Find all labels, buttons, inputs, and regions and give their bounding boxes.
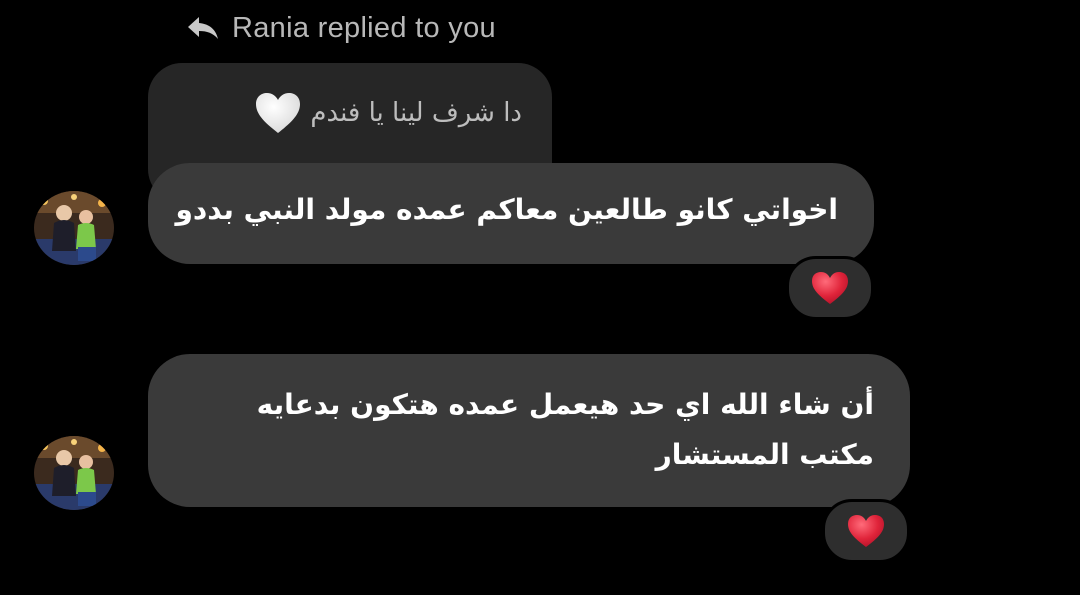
avatar-photo — [34, 436, 114, 510]
message-bubble[interactable]: اخواتي كانو طالعين معاكم عمده مولد النبي… — [148, 163, 874, 264]
reply-header: Rania replied to you — [186, 8, 496, 48]
quoted-message-text: دا شرف لينا يا فندم — [310, 98, 522, 128]
message-text: أن شاء الله اي حد هيعمل عمده هتكون بدعاي… — [256, 388, 874, 471]
red-heart-icon — [812, 272, 848, 304]
reaction-badge[interactable] — [822, 499, 910, 563]
message-text: اخواتي كانو طالعين معاكم عمده مولد النبي… — [175, 193, 838, 226]
reply-arrow-icon — [188, 17, 218, 39]
reply-header-text: Rania replied to you — [232, 11, 496, 44]
avatar[interactable] — [34, 191, 114, 265]
avatar-photo — [34, 191, 114, 265]
reaction-badge[interactable] — [786, 256, 874, 320]
message-bubble[interactable]: أن شاء الله اي حد هيعمل عمده هتكون بدعاي… — [148, 354, 910, 507]
chat-screen: { "reply_header": { "text": "Rania repli… — [0, 0, 1080, 595]
white-heart-icon — [256, 93, 301, 133]
avatar[interactable] — [34, 436, 114, 510]
red-heart-icon — [848, 515, 884, 547]
